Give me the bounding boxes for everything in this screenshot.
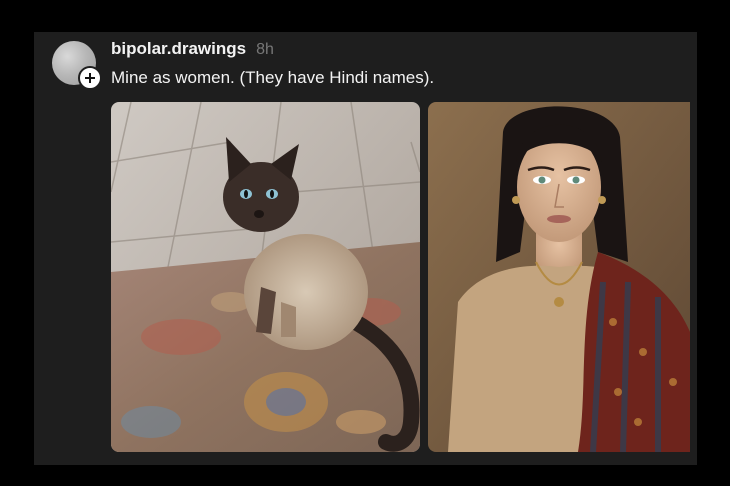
post-header: bipolar.drawings 8h — [111, 39, 274, 59]
username-link[interactable]: bipolar.drawings — [111, 39, 246, 59]
photo-woman[interactable] — [428, 102, 730, 452]
post-caption: Mine as women. (They have Hindi names). — [111, 68, 435, 87]
media-carousel[interactable] — [111, 102, 730, 452]
follow-plus-icon[interactable] — [78, 66, 102, 90]
post-card: bipolar.drawings 8h Mine as women. (They… — [34, 32, 697, 465]
photo-cat[interactable] — [111, 102, 420, 452]
post-timestamp[interactable]: 8h — [256, 41, 274, 59]
avatar-wrap[interactable] — [52, 41, 102, 90]
